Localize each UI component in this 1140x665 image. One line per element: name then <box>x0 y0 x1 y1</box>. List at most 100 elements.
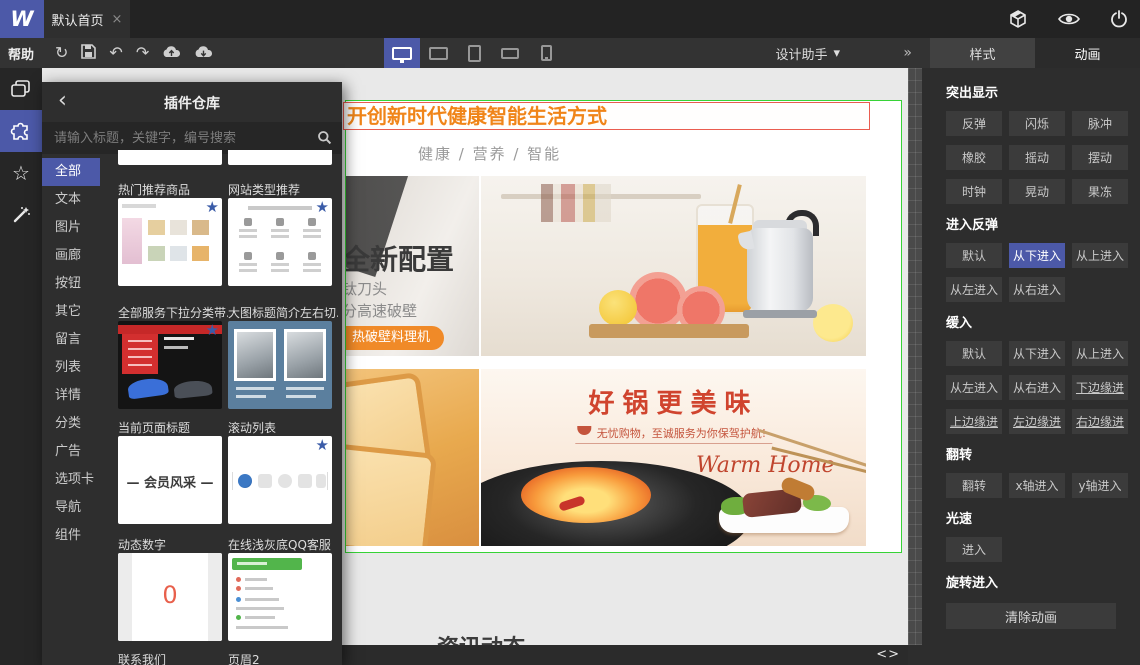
clear-animation-button[interactable]: 清除动画 <box>946 603 1116 629</box>
help-button[interactable]: 帮助 <box>8 38 34 68</box>
anim-option-button[interactable]: 脉冲 <box>1072 111 1128 136</box>
cloud-upload-icon[interactable] <box>162 44 181 63</box>
plugin-card-hot-products[interactable]: ★ <box>118 198 222 286</box>
device-tablet-landscape-button[interactable] <box>420 38 456 68</box>
plugin-card-partial[interactable] <box>118 150 222 165</box>
anim-option-button[interactable]: 从左进入 <box>946 375 1002 400</box>
category-item-ad[interactable]: 广告 <box>42 438 100 466</box>
selected-section-outline[interactable]: 开创新时代健康智能生活方式 健康 / 营养 / 智能 全新配置 钛刀头 分高速破… <box>343 100 902 553</box>
code-icon[interactable]: <> <box>876 647 900 662</box>
category-item-component[interactable]: 组件 <box>42 522 100 550</box>
anim-option-button[interactable]: 摇动 <box>1009 145 1065 170</box>
category-item-image[interactable]: 图片 <box>42 214 100 242</box>
anim-option-button[interactable]: 默认 <box>946 243 1002 268</box>
device-phone-landscape-button[interactable] <box>492 38 528 68</box>
anim-option-button[interactable]: 从左进入 <box>946 277 1002 302</box>
sidebar-item-magic-tools[interactable] <box>0 194 42 236</box>
anim-option-button[interactable]: 摆动 <box>1072 145 1128 170</box>
plugin-label: 全部服务下拉分类带... <box>118 306 228 320</box>
category-item-detail[interactable]: 详情 <box>42 382 100 410</box>
design-assistant-dropdown[interactable]: 设计助手 ▾ <box>775 38 840 68</box>
tab-close-icon[interactable]: × <box>112 12 123 27</box>
plugin-label: 大图标题简介左右切... <box>228 306 338 320</box>
publish-cube-icon[interactable] <box>1008 9 1028 29</box>
banner-blender-image[interactable]: 全新配置 钛刀头 分高速破壁 热破壁料理机 <box>346 176 479 356</box>
page-tab[interactable]: 默认首页 × <box>44 0 130 38</box>
anim-option-button[interactable]: 上边缘进 <box>946 409 1002 434</box>
search-icon[interactable] <box>317 130 332 149</box>
anim-option-button[interactable]: 从下进入 <box>1009 341 1065 366</box>
sidebar-item-favorites[interactable]: ☆ <box>0 152 42 194</box>
category-item-button[interactable]: 按钮 <box>42 270 100 298</box>
plugin-card-site-types[interactable]: ★ <box>228 198 332 286</box>
decoration <box>346 440 438 546</box>
anim-option-button[interactable]: 进入 <box>946 537 1002 562</box>
device-phone-portrait-button[interactable] <box>528 38 564 68</box>
more-chevron-button[interactable]: » <box>903 38 912 68</box>
banner-pill-button[interactable]: 热破壁料理机 <box>346 326 445 350</box>
category-item-all[interactable]: 全部 <box>42 158 100 186</box>
anim-section-title: 翻转 <box>946 448 973 463</box>
banner-toast-image[interactable] <box>346 369 479 546</box>
anim-option-button[interactable]: 从上进入 <box>1072 341 1128 366</box>
anim-option-button[interactable]: 左边缘进 <box>1009 409 1065 434</box>
anim-option-button[interactable]: 时钟 <box>946 179 1002 204</box>
anim-option-button[interactable]: y轴进入 <box>1072 473 1128 498</box>
anim-option-button[interactable]: 翻转 <box>946 473 1002 498</box>
category-item-gallery[interactable]: 画廊 <box>42 242 100 270</box>
undo-icon[interactable]: ↶ <box>109 45 122 61</box>
decoration <box>316 474 326 488</box>
plugin-card-dynamic-number[interactable]: 0 <box>118 553 222 641</box>
category-item-list[interactable]: 列表 <box>42 354 100 382</box>
app-logo[interactable]: W <box>0 0 44 38</box>
plugin-card-page-title[interactable]: — 会员风采 — <box>118 436 222 524</box>
category-item-tabs[interactable]: 选项卡 <box>42 466 100 494</box>
category-item-text[interactable]: 文本 <box>42 186 100 214</box>
plugin-card-bigimage-switch[interactable] <box>228 321 332 409</box>
anim-option-button-selected[interactable]: 从下进入 <box>1009 243 1065 268</box>
tab-animation[interactable]: 动画 <box>1035 38 1140 68</box>
right-panel-tabs: 样式 动画 <box>930 38 1140 68</box>
plugin-card-partial[interactable] <box>228 150 332 165</box>
tab-style[interactable]: 样式 <box>930 38 1035 68</box>
redo-icon[interactable]: ↷ <box>136 45 149 61</box>
category-item-other[interactable]: 其它 <box>42 298 100 326</box>
anim-option-button[interactable]: 从右进入 <box>1009 375 1065 400</box>
anim-option-button[interactable]: 反弹 <box>946 111 1002 136</box>
category-item-message[interactable]: 留言 <box>42 326 100 354</box>
anim-option-button[interactable]: 从右进入 <box>1009 277 1065 302</box>
banner-kettle-photo[interactable] <box>481 176 866 356</box>
decoration <box>173 379 213 399</box>
refresh-icon[interactable]: ↻ <box>55 45 68 61</box>
anim-option-button[interactable]: 晃动 <box>1009 179 1065 204</box>
anim-option-button[interactable]: 果冻 <box>1072 179 1128 204</box>
exit-power-icon[interactable] <box>1110 10 1128 28</box>
anim-option-button[interactable]: 橡胶 <box>946 145 1002 170</box>
anim-option-button[interactable]: 闪烁 <box>1009 111 1065 136</box>
anim-option-button[interactable]: 从上进入 <box>1072 243 1128 268</box>
anim-option-button[interactable]: 默认 <box>946 341 1002 366</box>
banner-heading: 全新配置 <box>346 243 455 276</box>
plugin-category-list: 全部 文本 图片 画廊 按钮 其它 留言 列表 详情 分类 广告 选项卡 导航 … <box>42 158 100 550</box>
banner-wok-image[interactable]: 好锅更美味 无忧购物，至诚服务为你保驾护航! Warm Home <box>481 369 866 546</box>
plugin-card-qq-service[interactable] <box>228 553 332 641</box>
sidebar-item-plugins[interactable] <box>0 110 42 152</box>
category-item-classify[interactable]: 分类 <box>42 410 100 438</box>
canvas-scrollbar[interactable] <box>908 68 922 645</box>
anim-option-button[interactable]: 下边缘进 <box>1072 375 1128 400</box>
device-tablet-portrait-button[interactable] <box>456 38 492 68</box>
decoration <box>170 246 187 261</box>
save-icon[interactable] <box>81 43 97 63</box>
preview-eye-icon[interactable] <box>1058 11 1080 27</box>
device-desktop-button[interactable] <box>384 38 420 68</box>
decoration <box>148 220 165 235</box>
plugin-card-scroll-list[interactable]: ★ <box>228 436 332 524</box>
plugin-card-dropdown-category[interactable]: ★ <box>118 321 222 409</box>
sidebar-item-pages[interactable] <box>0 68 42 110</box>
anim-option-button[interactable]: x轴进入 <box>1009 473 1065 498</box>
page-subtitle[interactable]: 健康 / 营养 / 智能 <box>418 143 561 164</box>
cloud-download-icon[interactable] <box>194 44 213 63</box>
selected-title-element[interactable]: 开创新时代健康智能生活方式 <box>343 102 870 130</box>
category-item-nav[interactable]: 导航 <box>42 494 100 522</box>
anim-option-button[interactable]: 右边缘进 <box>1072 409 1128 434</box>
